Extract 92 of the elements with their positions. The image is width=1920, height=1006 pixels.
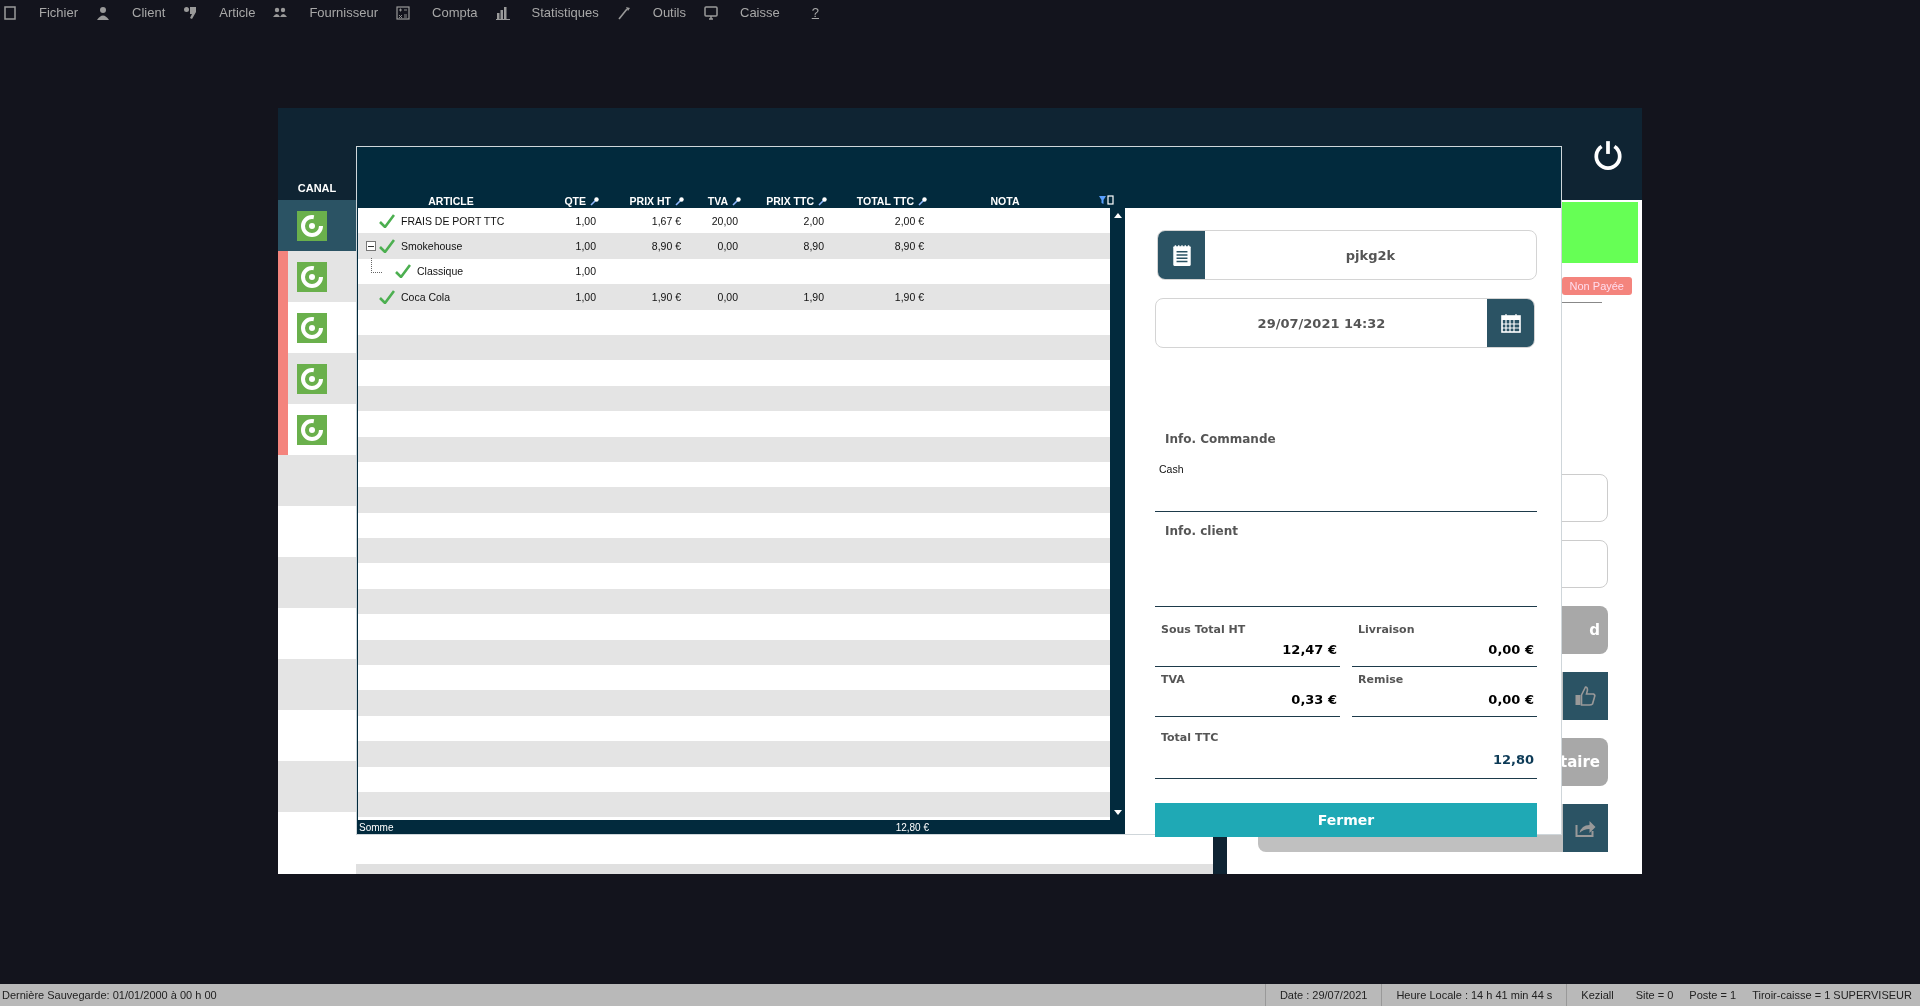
total-value: 0,33 € [1291,692,1337,707]
order-reference-field[interactable]: pjkg2k [1157,230,1537,280]
total-label: Total TTC [1161,731,1220,744]
collapse-toggle[interactable] [366,241,376,252]
table-cell: 0,00 [717,290,738,303]
column-header[interactable]: QTE [548,194,604,207]
menu-item[interactable]: Fichier [39,5,78,20]
channel-icon [297,312,327,343]
total-value: 0,00 € [1488,642,1534,657]
footer-total: 12,80 € [894,821,929,833]
menu-item[interactable]: Outils [652,5,686,20]
total-value: 0,00 € [1488,692,1534,707]
column-header[interactable]: TOTAL TTC [832,194,932,207]
calendar-icon[interactable] [1499,311,1522,335]
calculator-icon [396,5,411,20]
status-badge: Non Payée [1561,277,1632,295]
tag-icon [183,5,198,20]
menu-item[interactable]: Statistiques [531,5,599,20]
channel-icon [297,261,327,292]
total-label: Livraison [1358,623,1416,636]
person-icon [96,5,110,20]
menu-item[interactable]: Caisse [740,5,780,20]
status-text: Tiroir-caisse = 1 SUPERVISEUR [1751,989,1913,1001]
table-cell: 8,90 € [651,240,681,253]
channel-icon [297,363,327,394]
monitor-icon [704,5,718,20]
table-cell: 1,00 [575,290,596,303]
status-text: Site = 0 [1634,989,1675,1001]
table-cell: 8,90 [803,240,824,253]
status-text: Dernière Sauvegarde: 01/01/2000 à 00 h 00 [1,989,217,1001]
funnel-icon[interactable] [1099,195,1115,205]
column-header[interactable]: TVA [689,194,746,207]
share-icon [1563,804,1608,852]
notepad-icon [1170,243,1193,267]
column-header[interactable]: PRIX TTC [746,194,832,207]
channel-icon [297,414,327,445]
people-icon [273,5,288,20]
total-value: 12,80 [1492,752,1534,767]
table-row[interactable]: Smokehouse 1,00 8,90 € 0,00 8,90 8,90 € [358,233,1110,259]
total-label: TVA [1161,673,1186,686]
power-icon[interactable] [1592,139,1624,171]
total-label: Remise [1358,673,1405,686]
filter-icon[interactable] [918,195,928,206]
table-cell: 1,00 [575,265,596,278]
table-cell: Classique [417,265,464,278]
table-cell: Coca Cola [401,290,451,303]
status-text: Date : 29/07/2021 [1264,984,1382,1006]
document-icon [3,5,17,20]
status-text: Heure Locale : 14 h 41 min 44 s [1381,984,1567,1006]
thumbs-up-icon [1563,672,1608,720]
menu-item[interactable]: Client [132,5,166,20]
status-text: Poste = 1 [1688,989,1738,1001]
table-cell: 1,90 € [894,290,924,303]
channel-icon [297,210,327,241]
menu-item[interactable]: Compta [432,5,478,20]
footer-label: Somme [358,821,395,833]
column-header: CANAL [297,182,337,194]
order-info-text: Cash [1158,463,1185,475]
total-value: 12,47 € [1282,642,1337,657]
table-cell: Smokehouse [401,240,463,253]
horizontal-scrollbar[interactable] [356,864,1213,874]
menu-item[interactable]: Article [219,5,256,20]
total-label: Sous Total HT [1161,623,1247,636]
table-cell: 2,00 € [894,214,924,227]
bar-chart-icon [495,5,510,20]
column-header[interactable]: PRIX HT [604,194,689,207]
table-cell: FRAIS DE PORT TTC [401,214,505,227]
table-cell: 1,00 [575,240,596,253]
filter-icon[interactable] [818,195,828,206]
table-row[interactable]: Coca Cola 1,00 1,90 € 0,00 1,90 1,90 € [358,284,1110,310]
table-cell: 1,67 € [651,214,681,227]
table-cell: 1,90 € [651,290,681,303]
menu-item[interactable]: Fournisseur [309,5,379,20]
filter-icon[interactable] [675,195,685,206]
section-label: Info. client [1164,524,1239,538]
channel-row[interactable] [278,200,356,251]
scroll-down-icon[interactable] [1113,810,1122,816]
status-text: Keziall [1566,984,1628,1006]
table-cell: 20,00 [711,214,738,227]
table-cell: 2,00 [803,214,824,227]
table-cell: 1,00 [575,214,596,227]
table-cell: 1,90 [803,290,824,303]
column-header[interactable]: NOTA [932,194,1082,207]
filter-icon[interactable] [590,195,600,206]
table-cell: 0,00 [717,240,738,253]
filter-icon[interactable] [732,195,742,206]
menu-item[interactable]: ? [811,5,819,20]
date-field[interactable]: 29/07/2021 14:32 [1155,298,1535,348]
table-cell: 8,90 € [894,240,924,253]
column-header[interactable]: ARTICLE [358,194,548,207]
section-label: Info. Commande [1164,432,1277,446]
scroll-up-icon[interactable] [1113,212,1122,218]
